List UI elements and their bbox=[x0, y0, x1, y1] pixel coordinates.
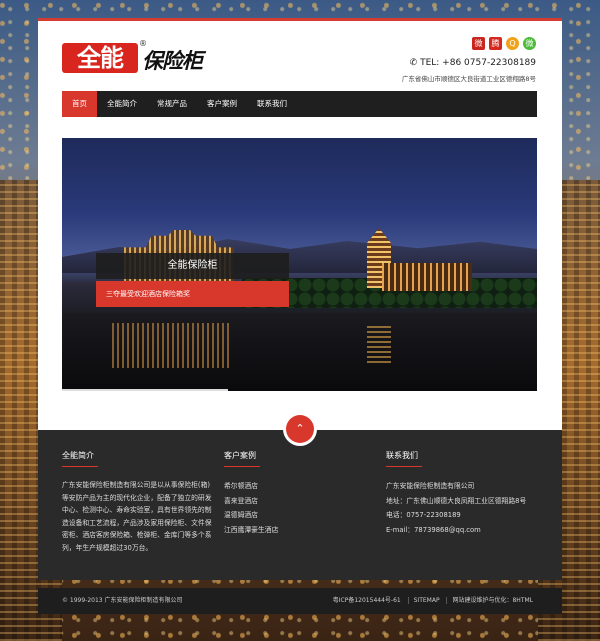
tencent-weibo-icon[interactable]: 腾 bbox=[489, 37, 502, 50]
footer-about-text: 广东安能保险柜制造有限公司是以从事保险柜(箱)等安防产品为主的现代化企业，配备了… bbox=[62, 481, 212, 552]
contact-email[interactable]: E-mail：78739868@qq.com bbox=[386, 523, 526, 538]
hero-banner[interactable]: 全能保险柜 三夺最受欢迎酒店保险箱奖 bbox=[62, 138, 537, 391]
nav-item-home[interactable]: 首页 bbox=[62, 91, 97, 117]
case-link[interactable]: 温德姆酒店 bbox=[224, 508, 278, 523]
nav-item-contact[interactable]: 联系我们 bbox=[247, 91, 297, 117]
slider-progress bbox=[62, 389, 229, 391]
nav-item-products[interactable]: 常规产品 bbox=[147, 91, 197, 117]
main-nav: 首页 全能简介 常规产品 客户案例 联系我们 bbox=[62, 91, 537, 117]
nav-item-about[interactable]: 全能简介 bbox=[97, 91, 147, 117]
banner-title: 全能保险柜 bbox=[96, 253, 289, 279]
case-link[interactable]: 喜来登酒店 bbox=[224, 494, 278, 509]
sitemap-link[interactable]: SITEMAP bbox=[407, 597, 445, 604]
banner-subtitle[interactable]: 三夺最受欢迎酒店保险箱奖 bbox=[96, 281, 289, 307]
bottom-bar: © 1999-2013 广东安能保险柜制造有限公司 粤ICP备12015444号… bbox=[38, 588, 562, 614]
footer-contact: 联系我们 广东安能保险柜制造有限公司 地址：广东佛山顺德大良凤翔工业区德翔路8号… bbox=[386, 450, 526, 537]
header: 全能 ® 保险柜 微 腾 Q 微 ✆ TEL: +86 0757-2230818… bbox=[38, 18, 562, 433]
chevron-up-icon: ⌃ bbox=[295, 422, 305, 435]
footer-about-heading: 全能简介 bbox=[62, 450, 212, 467]
contact-company: 广东安能保险柜制造有限公司 bbox=[386, 482, 475, 490]
wechat-icon[interactable]: 微 bbox=[523, 37, 536, 50]
contact-phone: 电话：0757-22308189 bbox=[386, 511, 461, 519]
footer-cases-heading: 客户案例 bbox=[224, 450, 278, 467]
address: 广东省佛山市顺德区大良街道工业区德翔路8号 bbox=[401, 75, 536, 83]
nav-item-cases[interactable]: 客户案例 bbox=[197, 91, 247, 117]
footer-cases: 客户案例 希尔顿酒店 喜来登酒店 温德姆酒店 江西鹰潭豪生酒店 bbox=[224, 450, 278, 537]
credit-link[interactable]: 网站建设维护与优化：8HTML bbox=[446, 597, 538, 604]
case-link[interactable]: 希尔顿酒店 bbox=[224, 479, 278, 494]
page-container: 全能 ® 保险柜 微 腾 Q 微 ✆ TEL: +86 0757-2230818… bbox=[38, 18, 562, 641]
logo-mark: 全能 bbox=[62, 43, 138, 73]
case-link[interactable]: 江西鹰潭豪生酒店 bbox=[224, 523, 278, 538]
qq-icon[interactable]: Q bbox=[506, 37, 519, 50]
banner-reflection bbox=[112, 323, 232, 368]
banner-reflection bbox=[367, 323, 391, 363]
icp-link[interactable]: 粤ICP备12015444号-61 bbox=[328, 597, 406, 604]
bottom-links: 粤ICP备12015444号-61 SITEMAP 网站建设维护与优化：8HTM… bbox=[328, 588, 538, 614]
phone-icon: ✆ bbox=[409, 58, 418, 68]
phone-text: TEL: +86 0757-22308189 bbox=[420, 58, 536, 68]
weibo-icon[interactable]: 微 bbox=[472, 37, 485, 50]
logo[interactable]: 全能 ® 保险柜 bbox=[62, 39, 232, 77]
logo-text: 保险柜 bbox=[142, 49, 203, 73]
banner-hotel bbox=[382, 263, 472, 291]
copyright: © 1999-2013 广东安能保险柜制造有限公司 bbox=[62, 597, 183, 604]
social-links: 微 腾 Q 微 bbox=[472, 37, 536, 50]
footer-about: 全能简介 广东安能保险柜制造有限公司是以从事保险柜(箱)等安防产品为主的现代化企… bbox=[62, 450, 212, 554]
contact-address: 地址：广东佛山顺德大良凤翔工业区德翔路8号 bbox=[386, 496, 527, 505]
phone: ✆ TEL: +86 0757-22308189 bbox=[410, 58, 536, 68]
footer-contact-heading: 联系我们 bbox=[386, 450, 526, 467]
footer: 全能简介 广东安能保险柜制造有限公司是以从事保险柜(箱)等安防产品为主的现代化企… bbox=[38, 430, 562, 580]
scroll-top-button[interactable]: ⌃ bbox=[286, 415, 314, 443]
